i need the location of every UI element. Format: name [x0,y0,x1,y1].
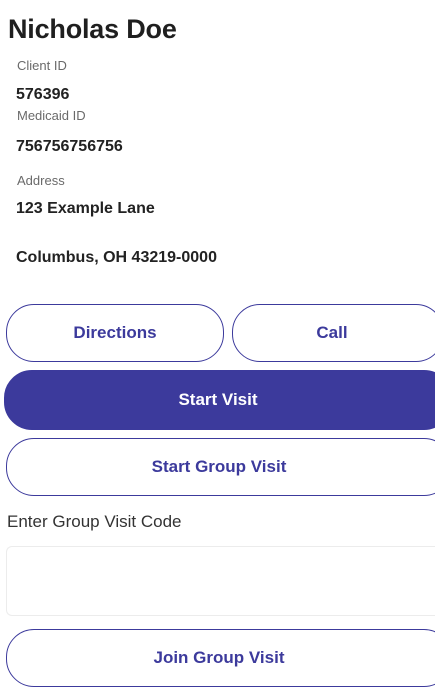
directions-button[interactable]: Directions [6,304,224,362]
directions-button-label: Directions [73,323,157,342]
group-visit-code-label: Enter Group Visit Code [7,512,182,531]
start-group-visit-button[interactable]: Start Group Visit [6,438,435,496]
group-visit-code-input[interactable] [6,546,435,616]
client-name: Nicholas Doe [8,14,177,44]
start-group-visit-button-label: Start Group Visit [151,457,287,476]
address-label: Address [17,173,65,188]
client-id-value: 576396 [16,86,70,103]
address-line2: Columbus, OH 43219-0000 [16,249,217,266]
medicaid-id-value: 756756756756 [16,138,123,155]
address-line1: 123 Example Lane [16,200,155,217]
call-button-label: Call [316,323,348,342]
call-button[interactable]: Call [232,304,435,362]
medicaid-id-label: Medicaid ID [17,108,86,123]
start-visit-button[interactable]: Start Visit [4,370,435,430]
join-group-visit-button-label: Join Group Visit [153,648,285,667]
join-group-visit-button[interactable]: Join Group Visit [6,629,435,687]
client-id-label: Client ID [17,58,67,73]
start-visit-button-label: Start Visit [178,390,258,409]
